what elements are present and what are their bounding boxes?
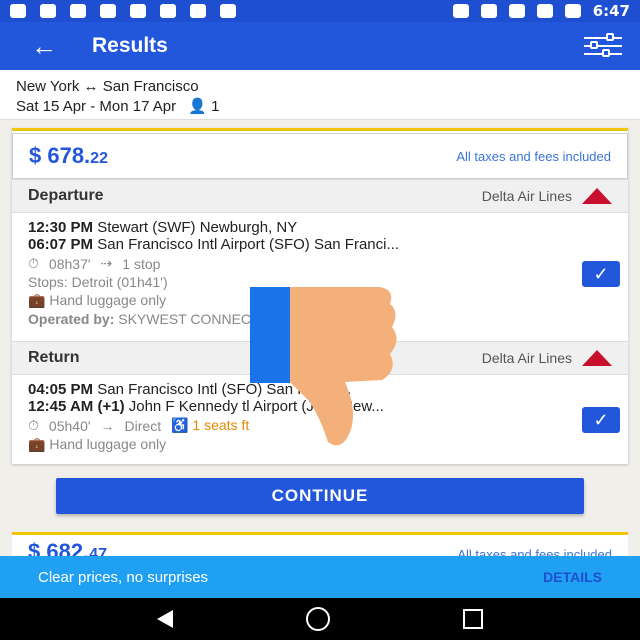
departure-header: Departure Delta Air Lines [12, 179, 628, 213]
wifi-icon [508, 4, 525, 18]
trip-dates: Sat 15 Apr - Mon 17 Apr 👤 1 [16, 97, 624, 115]
page-title: Results [92, 34, 168, 57]
price-row: $ 678.22 All taxes and fees included [12, 133, 628, 179]
stopwatch-icon: ⏱ [28, 417, 39, 433]
return-label: Return [28, 349, 80, 366]
alarm-icon [480, 4, 497, 18]
person-icon: 👤 [188, 98, 207, 115]
lock-icon [160, 4, 176, 18]
departure-label: Departure [28, 187, 104, 204]
clock: 6:47 [592, 2, 630, 20]
stop-arrow-icon: ⇢ [100, 255, 113, 271]
photo-icon [220, 4, 236, 18]
route: New York ↔ San Francisco [16, 78, 199, 95]
banner-text: Clear prices, no surprises [38, 568, 209, 586]
stopwatch-icon: ⏱ [28, 255, 39, 271]
alarm-icon [10, 4, 26, 18]
nav-recents-icon[interactable] [463, 609, 484, 629]
luggage-icon: 💼 [28, 436, 46, 452]
passenger-count: 1 [211, 98, 220, 115]
filter-icon[interactable] [584, 33, 622, 59]
trip-summary: New York ↔ San Francisco Sat 15 Apr - Mo… [0, 70, 640, 120]
continue-button[interactable]: CONTINUE [56, 478, 584, 514]
departure-line1: 12:30 PM Stewart (SWF) Newburgh, NY [28, 219, 298, 236]
status-bar: 6:47 [0, 0, 640, 22]
app-bar: ← Results [0, 22, 640, 70]
price-main: $ 678. [29, 143, 91, 168]
android-icon [190, 4, 206, 18]
return-airline: Delta Air Lines [481, 350, 572, 366]
bluetooth-icon [452, 4, 469, 18]
nav-back-icon[interactable] [156, 610, 173, 628]
departure-line2: 06:07 PM San Francisco Intl Airport (SFO… [28, 236, 399, 253]
departure-airline: Delta Air Lines [481, 188, 572, 204]
price-cents: 22 [90, 150, 108, 167]
back-arrow-icon[interactable]: ← [18, 31, 70, 62]
nav-home-icon[interactable] [305, 607, 330, 631]
plane-icon [130, 4, 146, 18]
signal-icon [536, 4, 553, 18]
delta-logo-icon [582, 350, 612, 366]
info-icon [100, 4, 116, 18]
facebook-icon [70, 4, 86, 18]
return-check-icon[interactable]: ✓ [582, 407, 620, 433]
details-link[interactable]: DETAILS [543, 569, 602, 585]
delta-logo-icon [582, 188, 612, 204]
price: $ 678.22 [29, 143, 108, 169]
taxes-note: All taxes and fees included [456, 148, 611, 164]
departure-check-icon[interactable]: ✓ [582, 261, 620, 287]
departure-meta: ⏱ 08h37' ⇢ 1 stop [28, 255, 161, 272]
luggage-icon: 💼 [28, 292, 46, 308]
direct-arrow-icon: → [100, 417, 115, 434]
seats-left: ♿ 1 seats ft [171, 417, 250, 433]
info-banner: Clear prices, no surprises DETAILS [0, 556, 640, 598]
dates-text: Sat 15 Apr - Mon 17 Apr [16, 98, 177, 115]
battery-icon [564, 4, 581, 18]
system-nav-bar [0, 598, 640, 640]
wrench-icon [40, 4, 56, 18]
thumbs-down-icon [250, 287, 397, 446]
